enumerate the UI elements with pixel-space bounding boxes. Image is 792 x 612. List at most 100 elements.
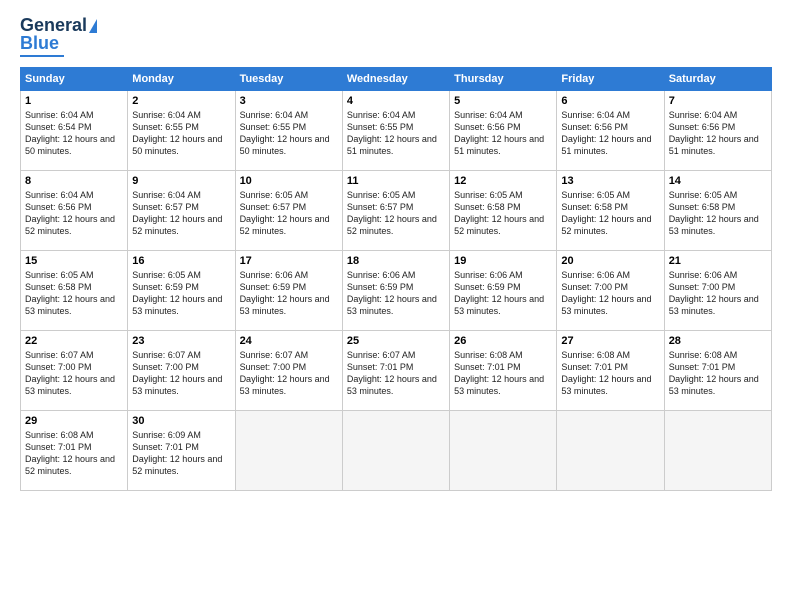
day-info: Sunrise: 6:07 AMSunset: 7:01 PMDaylight:… xyxy=(347,349,445,398)
day-info: Sunrise: 6:06 AMSunset: 7:00 PMDaylight:… xyxy=(669,269,767,318)
day-info: Sunrise: 6:05 AMSunset: 6:58 PMDaylight:… xyxy=(454,189,552,238)
day-header-monday: Monday xyxy=(128,67,235,90)
day-cell-28: 28 Sunrise: 6:08 AMSunset: 7:01 PMDayligh… xyxy=(664,330,771,410)
day-number: 7 xyxy=(669,95,767,107)
day-info: Sunrise: 6:07 AMSunset: 7:00 PMDaylight:… xyxy=(240,349,338,398)
day-number: 5 xyxy=(454,95,552,107)
day-info: Sunrise: 6:04 AMSunset: 6:55 PMDaylight:… xyxy=(132,109,230,158)
day-cell-25: 25Sunrise: 6:07 AMSunset: 7:01 PMDayligh… xyxy=(342,330,449,410)
day-info: Sunrise: 6:04 AMSunset: 6:55 PMDaylight:… xyxy=(347,109,445,158)
empty-cell xyxy=(235,410,342,490)
day-cell-11: 11 Sunrise: 6:05 AMSunset: 6:57 PMDayligh… xyxy=(342,170,449,250)
day-info: Sunrise: 6:05 AMSunset: 6:57 PMDaylight:… xyxy=(240,189,338,238)
empty-cell xyxy=(342,410,449,490)
day-cell-16: 16 Sunrise: 6:05 AMSunset: 6:59 PMDayligh… xyxy=(128,250,235,330)
day-number: 19 xyxy=(454,255,552,267)
day-cell-24: 24 Sunrise: 6:07 AMSunset: 7:00 PMDayligh… xyxy=(235,330,342,410)
day-cell-21: 21 Sunrise: 6:06 AMSunset: 7:00 PMDayligh… xyxy=(664,250,771,330)
day-number: 24 xyxy=(240,335,338,347)
day-number: 27 xyxy=(561,335,659,347)
day-header-sunday: Sunday xyxy=(21,67,128,90)
empty-cell xyxy=(664,410,771,490)
day-info: Sunrise: 6:06 AMSunset: 6:59 PMDaylight:… xyxy=(347,269,445,318)
day-number: 15 xyxy=(25,255,123,267)
day-info: Sunrise: 6:04 AMSunset: 6:55 PMDaylight:… xyxy=(240,109,338,158)
day-cell-2: 2 Sunrise: 6:04 AMSunset: 6:55 PMDaylight… xyxy=(128,90,235,170)
day-cell-3: 3 Sunrise: 6:04 AMSunset: 6:55 PMDaylight… xyxy=(235,90,342,170)
day-number: 26 xyxy=(454,335,552,347)
day-cell-14: 14Sunrise: 6:05 AMSunset: 6:58 PMDayligh… xyxy=(664,170,771,250)
calendar-week-3: 15Sunrise: 6:05 AMSunset: 6:58 PMDayligh… xyxy=(21,250,772,330)
day-info: Sunrise: 6:05 AMSunset: 6:58 PMDaylight:… xyxy=(561,189,659,238)
day-number: 8 xyxy=(25,175,123,187)
day-info: Sunrise: 6:06 AMSunset: 6:59 PMDaylight:… xyxy=(454,269,552,318)
day-number: 22 xyxy=(25,335,123,347)
day-number: 6 xyxy=(561,95,659,107)
day-number: 1 xyxy=(25,95,123,107)
day-info: Sunrise: 6:04 AMSunset: 6:56 PMDaylight:… xyxy=(25,189,123,238)
day-info: Sunrise: 6:05 AMSunset: 6:57 PMDaylight:… xyxy=(347,189,445,238)
calendar-header-row: SundayMondayTuesdayWednesdayThursdayFrid… xyxy=(21,67,772,90)
day-number: 12 xyxy=(454,175,552,187)
calendar-week-1: 1 Sunrise: 6:04 AMSunset: 6:54 PMDaylight… xyxy=(21,90,772,170)
day-number: 13 xyxy=(561,175,659,187)
day-number: 17 xyxy=(240,255,338,267)
day-info: Sunrise: 6:05 AMSunset: 6:58 PMDaylight:… xyxy=(669,189,767,238)
day-info: Sunrise: 6:08 AMSunset: 7:01 PMDaylight:… xyxy=(561,349,659,398)
day-number: 29 xyxy=(25,415,123,427)
day-info: Sunrise: 6:04 AMSunset: 6:56 PMDaylight:… xyxy=(561,109,659,158)
calendar-week-5: 29 Sunrise: 6:08 AMSunset: 7:01 PMDayligh… xyxy=(21,410,772,490)
day-info: Sunrise: 6:06 AMSunset: 7:00 PMDaylight:… xyxy=(561,269,659,318)
day-cell-12: 12 Sunrise: 6:05 AMSunset: 6:58 PMDayligh… xyxy=(450,170,557,250)
day-cell-17: 17 Sunrise: 6:06 AMSunset: 6:59 PMDayligh… xyxy=(235,250,342,330)
day-number: 16 xyxy=(132,255,230,267)
day-cell-10: 10Sunrise: 6:05 AMSunset: 6:57 PMDayligh… xyxy=(235,170,342,250)
day-cell-29: 29 Sunrise: 6:08 AMSunset: 7:01 PMDayligh… xyxy=(21,410,128,490)
day-cell-26: 26 Sunrise: 6:08 AMSunset: 7:01 PMDayligh… xyxy=(450,330,557,410)
day-number: 3 xyxy=(240,95,338,107)
day-number: 20 xyxy=(561,255,659,267)
day-cell-6: 6 Sunrise: 6:04 AMSunset: 6:56 PMDaylight… xyxy=(557,90,664,170)
day-number: 2 xyxy=(132,95,230,107)
day-header-friday: Friday xyxy=(557,67,664,90)
day-cell-15: 15Sunrise: 6:05 AMSunset: 6:58 PMDayligh… xyxy=(21,250,128,330)
calendar-week-4: 22 Sunrise: 6:07 AMSunset: 7:00 PMDayligh… xyxy=(21,330,772,410)
day-info: Sunrise: 6:06 AMSunset: 6:59 PMDaylight:… xyxy=(240,269,338,318)
day-info: Sunrise: 6:08 AMSunset: 7:01 PMDaylight:… xyxy=(25,429,123,478)
day-number: 18 xyxy=(347,255,445,267)
day-cell-7: 7 Sunrise: 6:04 AMSunset: 6:56 PMDaylight… xyxy=(664,90,771,170)
day-cell-8: 8 Sunrise: 6:04 AMSunset: 6:56 PMDaylight… xyxy=(21,170,128,250)
day-number: 4 xyxy=(347,95,445,107)
day-cell-30: 30 Sunrise: 6:09 AMSunset: 7:01 PMDayligh… xyxy=(128,410,235,490)
day-info: Sunrise: 6:08 AMSunset: 7:01 PMDaylight:… xyxy=(454,349,552,398)
logo: General Blue xyxy=(20,16,97,57)
day-cell-4: 4 Sunrise: 6:04 AMSunset: 6:55 PMDaylight… xyxy=(342,90,449,170)
day-info: Sunrise: 6:07 AMSunset: 7:00 PMDaylight:… xyxy=(25,349,123,398)
day-header-saturday: Saturday xyxy=(664,67,771,90)
day-number: 9 xyxy=(132,175,230,187)
day-cell-18: 18 Sunrise: 6:06 AMSunset: 6:59 PMDayligh… xyxy=(342,250,449,330)
day-cell-20: 20 Sunrise: 6:06 AMSunset: 7:00 PMDayligh… xyxy=(557,250,664,330)
day-info: Sunrise: 6:04 AMSunset: 6:54 PMDaylight:… xyxy=(25,109,123,158)
logo-line xyxy=(20,55,64,57)
day-header-tuesday: Tuesday xyxy=(235,67,342,90)
day-cell-19: 19 Sunrise: 6:06 AMSunset: 6:59 PMDayligh… xyxy=(450,250,557,330)
day-cell-13: 13 Sunrise: 6:05 AMSunset: 6:58 PMDayligh… xyxy=(557,170,664,250)
day-info: Sunrise: 6:04 AMSunset: 6:57 PMDaylight:… xyxy=(132,189,230,238)
day-number: 28 xyxy=(669,335,767,347)
day-number: 23 xyxy=(132,335,230,347)
day-info: Sunrise: 6:04 AMSunset: 6:56 PMDaylight:… xyxy=(669,109,767,158)
page: General Blue SundayMondayTuesdayWednesda… xyxy=(0,0,792,612)
day-header-thursday: Thursday xyxy=(450,67,557,90)
day-cell-1: 1 Sunrise: 6:04 AMSunset: 6:54 PMDaylight… xyxy=(21,90,128,170)
day-info: Sunrise: 6:05 AMSunset: 6:59 PMDaylight:… xyxy=(132,269,230,318)
day-number: 21 xyxy=(669,255,767,267)
day-cell-9: 9 Sunrise: 6:04 AMSunset: 6:57 PMDaylight… xyxy=(128,170,235,250)
day-cell-22: 22 Sunrise: 6:07 AMSunset: 7:00 PMDayligh… xyxy=(21,330,128,410)
day-info: Sunrise: 6:09 AMSunset: 7:01 PMDaylight:… xyxy=(132,429,230,478)
logo-blue-text: Blue xyxy=(20,34,59,54)
day-number: 30 xyxy=(132,415,230,427)
day-info: Sunrise: 6:08 AMSunset: 7:01 PMDaylight:… xyxy=(669,349,767,398)
empty-cell xyxy=(450,410,557,490)
day-number: 11 xyxy=(347,175,445,187)
